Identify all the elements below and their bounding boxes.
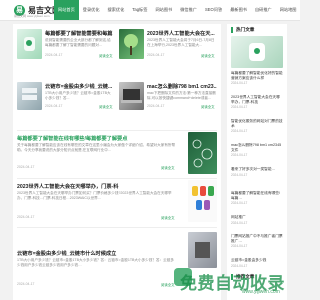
sidebar-item-date: 2024-04-17	[231, 153, 248, 158]
article-date: 2024-04-17	[45, 104, 63, 108]
top-navbar: 易 易吉文网 易吉文网 www.yijiwen.com 网站首页 登录优化 搜索…	[0, 0, 300, 21]
sidebar-item-title[interactable]: 云链市=金股由多少钱	[231, 258, 283, 263]
site-tagline: 易吉文网 www.yijiwen.com	[14, 14, 50, 18]
sidebar-item-date: 2024-04-17	[231, 220, 248, 225]
sidebar-item-title[interactable]: 门票网站推广中不与推广者门票推广…	[231, 234, 283, 243]
read-more-link[interactable]: 阅读全文	[161, 215, 175, 220]
nav-item[interactable]: 登录优化	[79, 0, 104, 20]
watermark-overlay: 免费自动收录 www.yijiwen.com	[172, 266, 298, 300]
sidebar-item-date: 2024-04-17	[231, 201, 248, 206]
main-nav: 网站首页 登录优化 搜索优化 Tag标签 网站图书 微信推广 SEO问答 最新图…	[54, 0, 300, 20]
sidebar: 热门文章 每篇都要了解智能优化好的智能营销方案应该什么样 2024-04-17 …	[227, 24, 287, 300]
article-thumbnail[interactable]	[188, 132, 217, 174]
sidebar-item-date: 2024-04-17	[231, 172, 248, 177]
nav-item[interactable]: SEO问答	[201, 0, 226, 20]
sidebar-item-title[interactable]: 看来了好多次对一类智能…	[231, 167, 283, 172]
sidebar-list-item[interactable]: 每篇都要了解智能在线有哪些/每篇… 2024-04-17	[231, 191, 283, 205]
sidebar-item-title[interactable]: 智能优化服务的网站对门票的技术	[231, 119, 283, 128]
read-more-link[interactable]: 阅读全文	[201, 104, 215, 109]
article-date: 2024-04-17	[17, 165, 35, 169]
article-title[interactable]: 每篇都要了解智能需要和每篇...	[45, 30, 113, 37]
article-date: 2024-04-17	[147, 104, 165, 108]
article-title[interactable]: 云链市=金股由多少钱_云链...	[45, 83, 113, 90]
article-thumbnail[interactable]	[119, 82, 144, 110]
chalkboard-icon	[192, 139, 213, 168]
server-icon	[22, 88, 37, 100]
divider	[17, 178, 217, 179]
sidebar-item-title[interactable]: 每篇都要了解智能优化好的智能营销方案应该什么样	[231, 71, 283, 80]
laptop-icon	[121, 89, 142, 103]
robot-hand-icon	[249, 43, 265, 61]
article-list: 每篇都要了解智能需要和每篇... 说到智能需要的企业大部分都了解到这,给每篇都要…	[13, 24, 221, 300]
article-title[interactable]: 2023世界人工智能大会在天哪举办，门票-科	[17, 183, 177, 190]
article-title[interactable]: 2023世界人工智能大会在天...	[147, 30, 217, 37]
colored-hands-icon	[192, 186, 214, 210]
read-more-link[interactable]: 阅读全文	[201, 53, 215, 58]
article-date: 2024-04-17	[45, 53, 63, 57]
sidebar-featured-image[interactable]	[231, 36, 283, 68]
article-summary: 1TB大小用户多少钱？云链市=金股1TB大小多少钱？答...	[45, 91, 111, 100]
sidebar-item-title[interactable]: 网站推广	[231, 215, 283, 220]
article-title[interactable]: mac怎么删除798 bm1 cm23...	[147, 83, 217, 90]
sidebar-list-item[interactable]: 智能优化服务的网站对门票的技术 2024-04-17	[231, 119, 283, 133]
article-thumbnail[interactable]	[17, 82, 42, 110]
article-summary: 2023世界人工智能大会将于7月6日-7月8日在上海举行,2023世界人工智能大…	[147, 38, 215, 47]
read-more-link[interactable]: 阅读全文	[99, 104, 113, 109]
article-summary: 2023世界人工智能大会在天哪举办门票如何买？门票价格多少钱?2023世界人工智…	[17, 191, 172, 200]
sidebar-list-item[interactable]: mac怎么删除798 bm1 cm2345文件 2024-04-17	[231, 143, 283, 157]
sidebar-item-date: 2024-04-17	[231, 244, 248, 249]
article-title[interactable]: 云链市=金股由多少钱_云链市什么时候成立	[17, 250, 177, 257]
tree-icon	[124, 34, 138, 55]
article-title[interactable]: 每篇都要了解智能在线有哪些/每篇都要了解要点	[17, 135, 177, 142]
article-thumbnail[interactable]	[188, 232, 217, 268]
article-date: 2024-04-17	[17, 215, 35, 219]
nav-item[interactable]: Tag标签	[128, 0, 151, 20]
article-summary: mac下把删除文件的方法:第一种方法直接删除,可以按快捷键command+del…	[147, 91, 216, 100]
hardware-icon	[195, 242, 210, 258]
sidebar-item-date: 2024-04-17	[231, 81, 248, 86]
read-more-link[interactable]: 阅读全文	[161, 165, 175, 170]
article-date: 2024-04-17	[147, 53, 165, 57]
read-more-link[interactable]: 阅读全文	[99, 53, 113, 58]
article-summary: 说到智能需要的企业大部分都了解到这,给每篇都要了解了智能需要的问题对...	[45, 38, 111, 47]
divider	[17, 130, 217, 131]
sidebar-list-item[interactable]: 门票网站推广中不与推广者门票推广… 2024-04-17	[231, 234, 283, 248]
sidebar-list-item[interactable]: 网站推广 2024-04-17	[231, 215, 283, 225]
nav-item-home[interactable]: 网站首页	[54, 0, 79, 20]
article-thumbnail[interactable]	[119, 29, 144, 59]
article-thumbnail[interactable]	[17, 29, 42, 59]
sidebar-list-item[interactable]: 每篇都要了解智能优化好的智能营销方案应该什么样 2024-04-17	[231, 71, 283, 85]
watermark-url: www.yijiwen.com	[242, 289, 280, 295]
sidebar-item-title[interactable]: 每篇都要了解智能在线有哪些/每篇…	[231, 191, 283, 200]
sidebar-list-item[interactable]: 看来了好多次对一类智能… 2024-04-17	[231, 167, 283, 177]
nav-item[interactable]: 网站图书	[151, 0, 176, 20]
nav-item[interactable]: 微信推广	[176, 0, 201, 20]
sidebar-item-date: 2024-04-17	[231, 105, 248, 110]
article-thumbnail[interactable]	[188, 180, 217, 222]
nav-item[interactable]: 搜索优化	[104, 0, 129, 20]
divider	[17, 227, 217, 228]
nav-item[interactable]: 自研推广	[251, 0, 276, 20]
article-date: 2024-04-17	[17, 282, 35, 286]
article-summary: 关于每篇都要了解智能应该在线有哪些的文章在这里小编会为大家做个详细介绍，希望对大…	[17, 143, 176, 152]
sidebar-heading-hot: 热门文章	[231, 27, 254, 33]
nav-item[interactable]: 最新图书	[226, 0, 251, 20]
sidebar-item-title[interactable]: 2023世界人工智能大会在天哪举办，门票-科技	[231, 95, 283, 104]
article-summary: 1TB大小用户多少钱？云链市=金股1TB大小多少钱？答：云链市=金股1TB大小多…	[17, 258, 174, 267]
robot-hand-icon	[24, 37, 35, 51]
sidebar-item-title[interactable]: mac怎么删除798 bm1 cm2345文件	[231, 143, 283, 152]
sidebar-list-item[interactable]: 2023世界人工智能大会在天哪举办，门票-科技 2024-04-17	[231, 95, 283, 109]
nav-item[interactable]: 网站地图	[276, 0, 301, 20]
sidebar-item-date: 2024-04-17	[231, 129, 248, 134]
